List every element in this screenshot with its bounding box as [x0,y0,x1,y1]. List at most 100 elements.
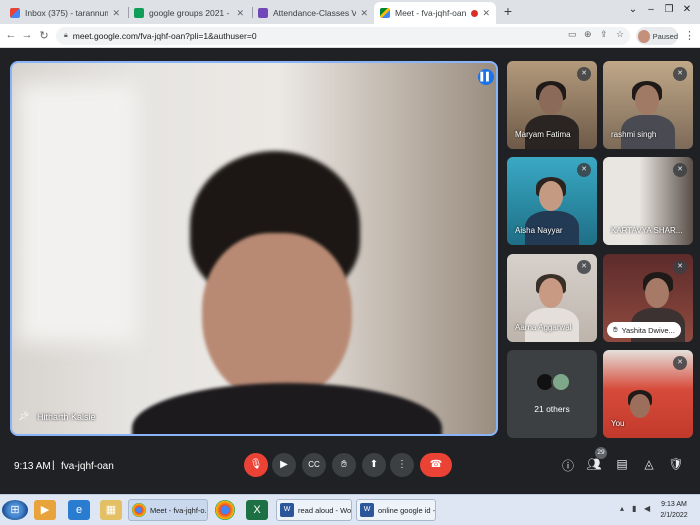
camera-button[interactable]: ▶ [272,453,296,477]
mic-off-icon: ✕ [577,260,591,274]
others-tile[interactable]: 21 others [507,350,597,438]
address-bar: ← → ↻ 🔒︎ meet.google.com/fva-jqhf-oan?pl… [0,24,700,48]
meeting-details-icon[interactable]: ⓘ [560,457,576,474]
zoom-icon[interactable]: ⊕ [584,29,592,40]
url-text: meet.google.com/fva-jqhf-oan?pli=1&authu… [72,31,257,41]
pin-icon[interactable]: 📌︎ [18,411,29,422]
minimize-icon[interactable]: – [644,4,658,15]
more-vertical-icon: ⋮ [397,459,407,470]
system-clock[interactable]: 9:13 AM 2/1/2022 [656,499,692,521]
recording-icon [471,9,479,17]
captions-button[interactable]: CC [302,453,326,477]
self-tile[interactable]: ✕ You [603,350,693,438]
hang-up-icon: ☎︎ [429,459,443,470]
taskbar-window-label: read aloud - Word [298,505,352,515]
reload-icon[interactable]: ↻ [37,29,51,42]
participant-tile[interactable]: ✕ Aarna Aggarwal [507,254,597,342]
excel-icon[interactable]: X [246,500,268,520]
present-screen-icon: ⬆ [369,459,379,470]
tab-title: Attendance-Classes V TO VIII [273,8,357,18]
close-icon[interactable]: ✕ [360,8,368,19]
camera-permission-icon[interactable]: ▭ [568,29,577,40]
end-call-button[interactable]: ☎︎ [420,453,452,477]
close-icon[interactable]: ✕ [482,8,490,19]
mic-off-icon: ✕ [673,67,687,81]
close-icon[interactable]: ✕ [112,8,120,19]
internet-explorer-icon[interactable]: e [68,500,90,520]
forward-icon[interactable]: → [20,29,34,41]
start-button-icon[interactable]: ⊞ [2,500,28,520]
main-video-tile[interactable]: ▌▌ 📌︎ Hitharth Kalsie [10,61,498,436]
chrome-icon[interactable] [215,500,235,520]
browser-tab-strip: Inbox (375) - tarannum@theindi ✕ google … [0,0,700,24]
people-icon[interactable]: 👥︎ [586,457,602,471]
tab-title: Meet - fva-jqhf-oan [395,8,467,18]
meet-icon [380,8,390,18]
raise-hand-icon: ✋︎ [341,459,347,470]
meet-controls-bar: 9:13 AM | fva-jqhf-oan 🎙︎ ▶ CC ✋︎ ⬆ ⋮ ☎︎… [0,444,700,494]
profile-button[interactable]: Paused [636,27,678,45]
tab-forms[interactable]: Attendance-Classes V TO VIII ✕ [252,2,374,24]
forms-icon [258,8,268,18]
participant-name: Yashita Dwive... [621,325,675,335]
participant-tile[interactable]: ✕ Aisha Nayyar [507,157,597,245]
word-icon: W [280,503,294,517]
close-icon[interactable]: ✕ [236,8,244,19]
taskbar-window-word[interactable]: W online google id -... [356,499,436,521]
mic-off-icon: ✕ [673,356,687,370]
participant-face [539,85,563,115]
close-window-icon[interactable]: ✕ [680,4,694,15]
chat-icon[interactable]: ▤ [614,457,630,471]
participant-tile[interactable]: ✕ rashmi singh [603,61,693,149]
volume-icon[interactable]: ◀ [644,504,650,513]
network-icon[interactable]: ▮ [632,504,636,513]
gmail-icon [10,8,20,18]
captions-icon: CC [308,460,320,469]
meeting-time: 9:13 AM [14,461,51,472]
participant-tile[interactable]: ✕ Maryam Fatima [507,61,597,149]
divider: | [52,460,55,471]
mic-off-icon: ✕ [673,260,687,274]
participant-name: You [611,419,625,428]
participant-name: rashmi singh [611,130,657,139]
maximize-icon[interactable]: ❐ [662,4,676,15]
activities-icon[interactable]: ◬ [641,457,657,471]
tab-meet[interactable]: Meet - fva-jqhf-oan ✕ [374,2,496,24]
raise-hand-button[interactable]: ✋︎ [332,453,356,477]
mic-off-button[interactable]: 🎙︎ [244,453,268,477]
media-player-icon[interactable]: ▶ [34,500,56,520]
system-time: 9:13 AM [661,501,687,508]
tab-search-icon[interactable]: ⌄ [626,4,640,15]
mic-off-icon: 🎙︎ [249,459,263,470]
sheets-icon [134,8,144,18]
participant-tile[interactable]: ✕ KARTAVYA SHAR... [603,157,693,245]
tab-gmail[interactable]: Inbox (375) - tarannum@theindi ✕ [4,2,126,24]
participant-name: KARTAVYA SHAR... [611,226,683,235]
main-speaker-name: Hitharth Kalsie [37,412,96,422]
taskbar-window-chrome[interactable]: Meet - fva-jqhf-o... [128,499,208,521]
tray-arrow-icon[interactable]: ▴ [620,504,624,513]
avatar [638,29,650,43]
tab-title: google groups 2021 - Google Sh [149,8,232,18]
present-button[interactable]: ⬆ [362,453,386,477]
system-date: 2/1/2022 [660,512,688,519]
participant-tile[interactable]: ✕ ✋︎ Yashita Dwive... [603,254,693,342]
new-tab-button[interactable]: + [500,4,516,20]
back-icon[interactable]: ← [4,29,18,41]
tab-sheets[interactable]: google groups 2021 - Google Sh ✕ [128,2,250,24]
more-options-button[interactable]: ⋮ [390,453,414,477]
participant-name: Aarna Aggarwal [515,323,572,332]
browser-menu-icon[interactable]: ⋮ [684,29,695,42]
participant-face [539,181,563,211]
participant-name: Maryam Fatima [515,130,571,139]
taskbar-window-word[interactable]: W read aloud - Word [276,499,352,521]
url-field[interactable]: 🔒︎ meet.google.com/fva-jqhf-oan?pli=1&au… [56,27,630,45]
bookmark-star-icon[interactable]: ☆ [616,29,624,40]
host-controls-icon[interactable]: 🛡︎ [668,457,684,471]
share-icon[interactable]: ⇪ [600,29,608,40]
file-explorer-icon[interactable]: ▦ [100,500,122,520]
mic-off-icon: ✕ [673,163,687,177]
background-window [18,83,138,343]
participant-shirt [132,383,442,434]
people-count-badge: 29 [595,447,607,459]
